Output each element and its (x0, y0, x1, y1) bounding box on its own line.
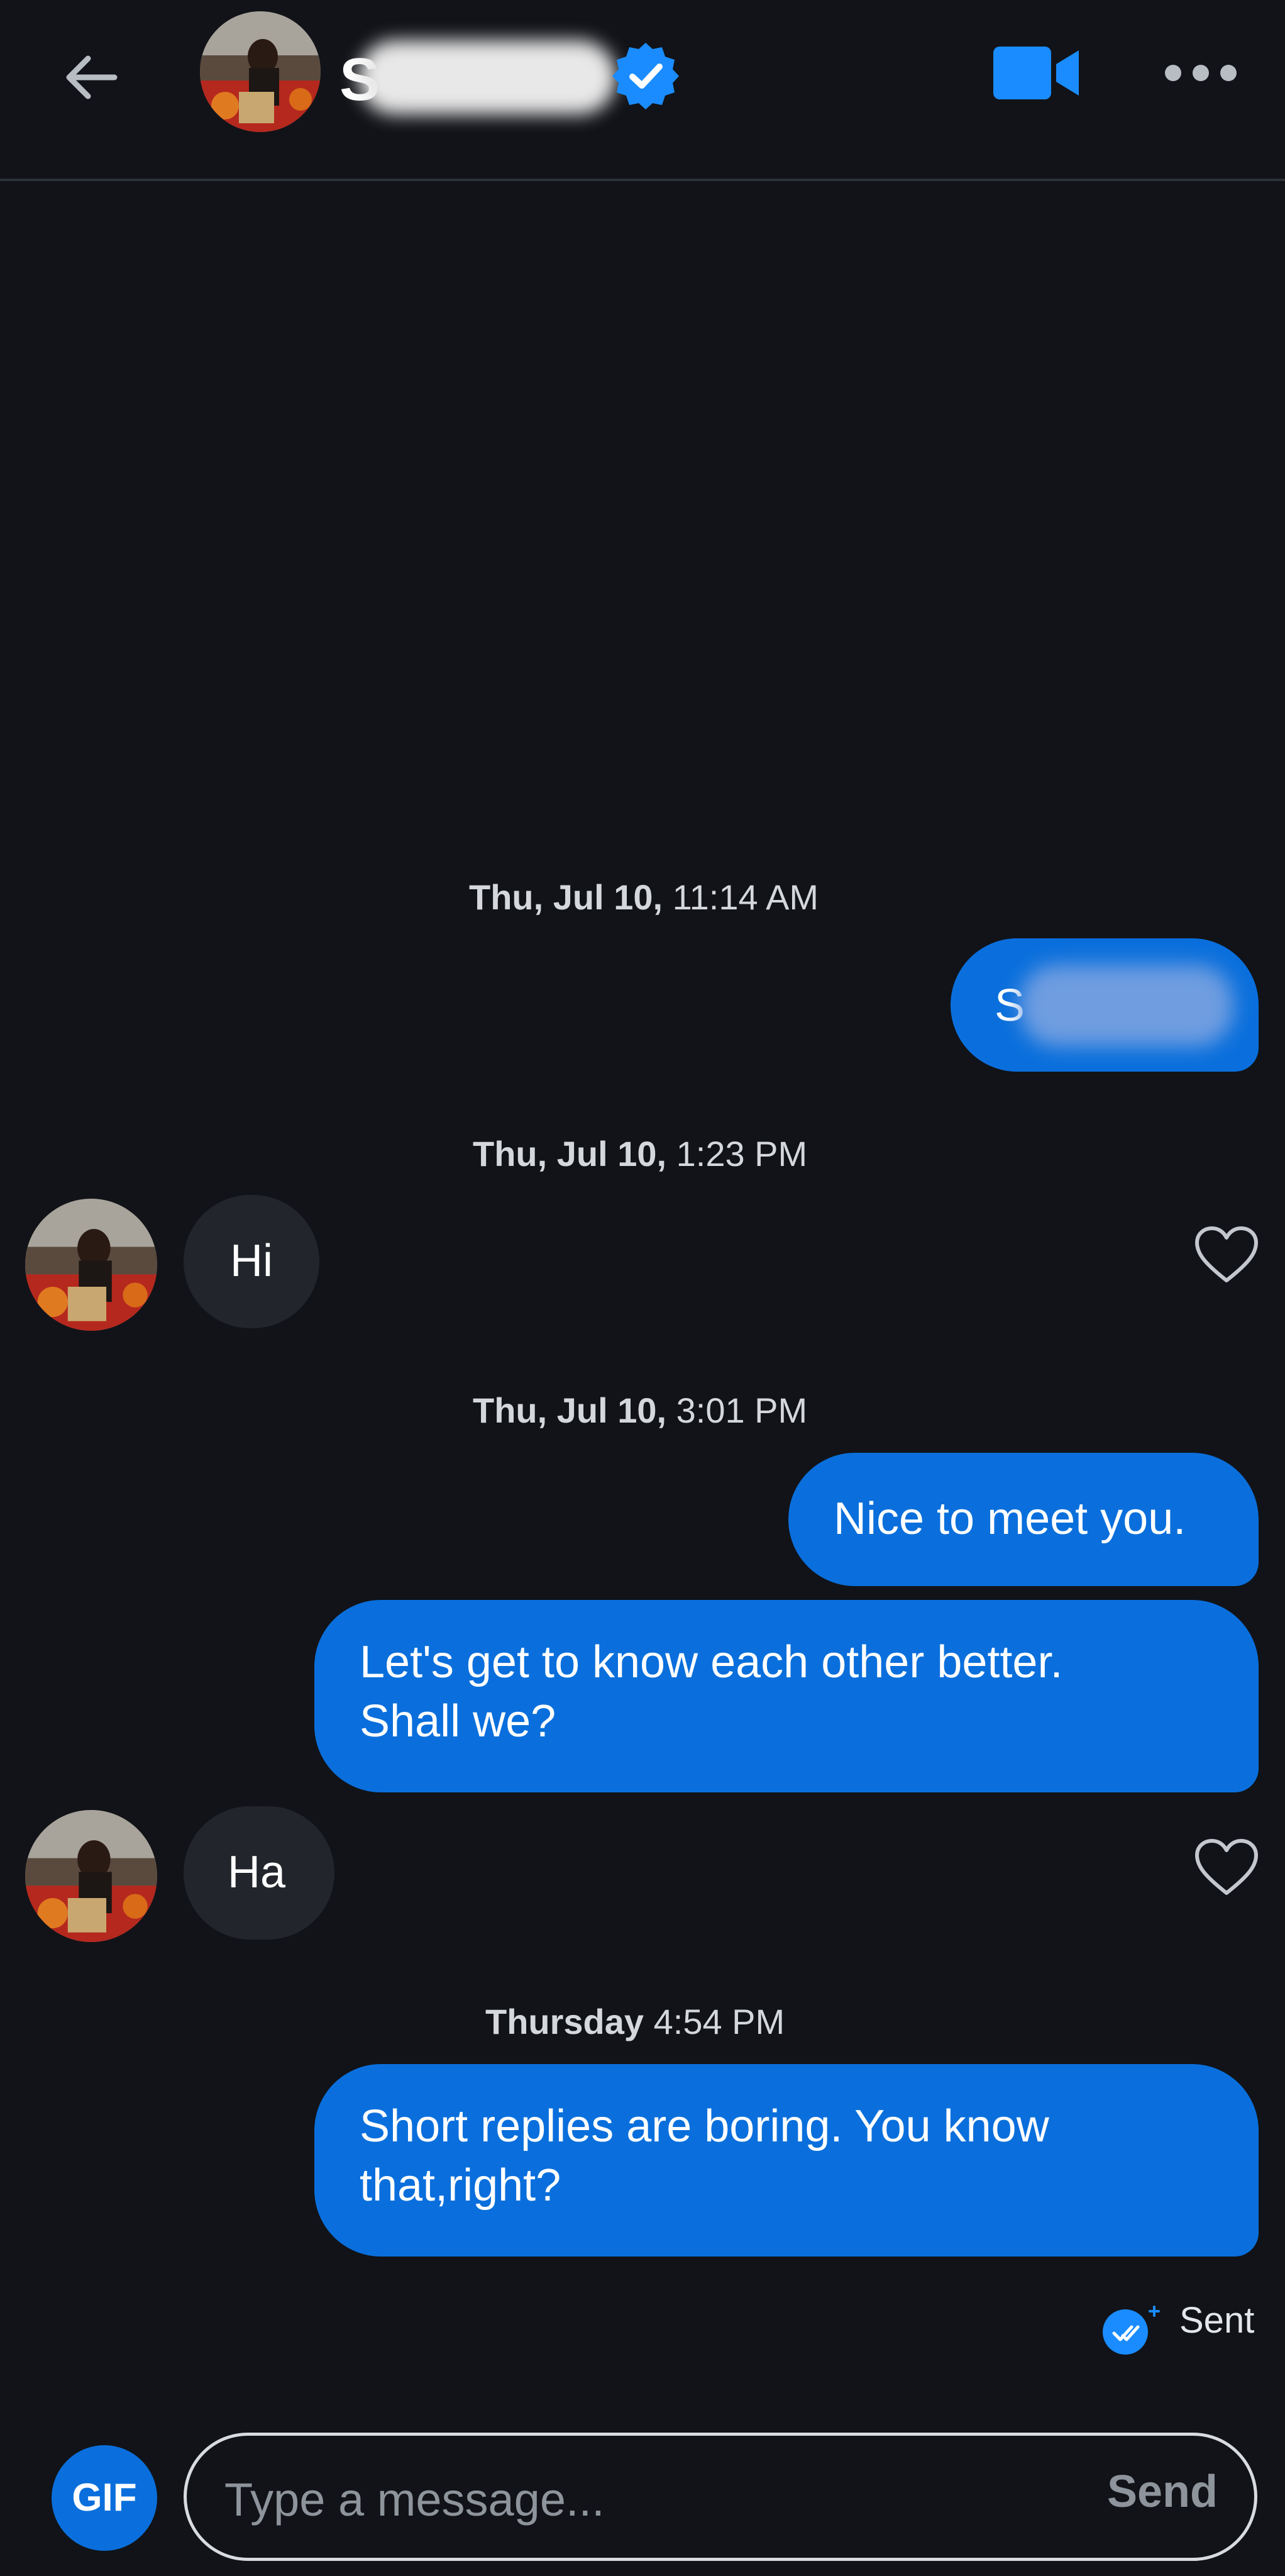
outgoing-message[interactable]: Short replies are boring. You know that,… (314, 2064, 1259, 2257)
like-button[interactable] (1193, 1225, 1260, 1285)
name-redaction (358, 40, 616, 114)
send-button[interactable]: Send (1107, 2466, 1218, 2518)
message-text: Ha (228, 1847, 286, 1897)
message-text-line: Short replies are boring. You know (360, 2101, 1049, 2151)
more-dots-icon (1165, 65, 1237, 81)
contact-avatar[interactable] (25, 1810, 157, 1942)
message-text-line: that,right? (360, 2160, 561, 2211)
message-input-box[interactable]: Send (184, 2433, 1257, 2561)
incoming-message[interactable]: Hi (184, 1195, 319, 1328)
message-input[interactable] (223, 2467, 1043, 2531)
timestamp-date: Thu, Jul 10, (469, 877, 663, 917)
video-call-button[interactable] (991, 42, 1083, 104)
outgoing-message[interactable]: Let's get to know each other better. Sha… (314, 1600, 1259, 1792)
timestamp-time: 1:23 PM (666, 1134, 808, 1174)
outgoing-message[interactable]: S (951, 938, 1259, 1072)
contact-avatar[interactable] (25, 1199, 157, 1331)
video-camera-icon (993, 47, 1079, 99)
sent-check-icon (1100, 2304, 1160, 2355)
verified-badge-icon (610, 40, 681, 112)
timestamp-time: 3:01 PM (666, 1391, 808, 1430)
timestamp: Thu, Jul 10, 11:14 AM (469, 877, 819, 918)
timestamp-date: Thursday (485, 2002, 644, 2041)
chat-header: S (0, 0, 1285, 181)
timestamp: Thursday 4:54 PM (485, 2001, 785, 2042)
timestamp-date: Thu, Jul 10, (473, 1391, 667, 1430)
back-button[interactable] (58, 43, 127, 112)
gif-button[interactable]: GIF (52, 2445, 157, 2551)
heart-icon (1195, 1226, 1258, 1282)
timestamp: Thu, Jul 10, 1:23 PM (473, 1133, 807, 1174)
message-text: Nice to meet you. (834, 1494, 1186, 1544)
sent-status-label: Sent (1179, 2300, 1255, 2341)
message-text-line: Shall we? (360, 1696, 556, 1746)
back-arrow-icon (66, 55, 118, 99)
like-button[interactable] (1193, 1838, 1260, 1898)
message-redaction (1020, 965, 1233, 1046)
incoming-message[interactable]: Ha (184, 1806, 334, 1940)
more-options-button[interactable] (1163, 54, 1238, 92)
timestamp-time: 11:14 AM (663, 877, 819, 917)
outgoing-message[interactable]: Nice to meet you. (788, 1453, 1259, 1586)
timestamp-date: Thu, Jul 10, (473, 1134, 667, 1174)
message-text-line: Let's get to know each other better. (360, 1637, 1063, 1687)
timestamp: Thu, Jul 10, 3:01 PM (473, 1390, 807, 1431)
timestamp-time: 4:54 PM (644, 2002, 785, 2041)
heart-icon (1195, 1839, 1258, 1895)
contact-avatar[interactable] (200, 11, 321, 132)
message-text: Hi (230, 1236, 273, 1286)
